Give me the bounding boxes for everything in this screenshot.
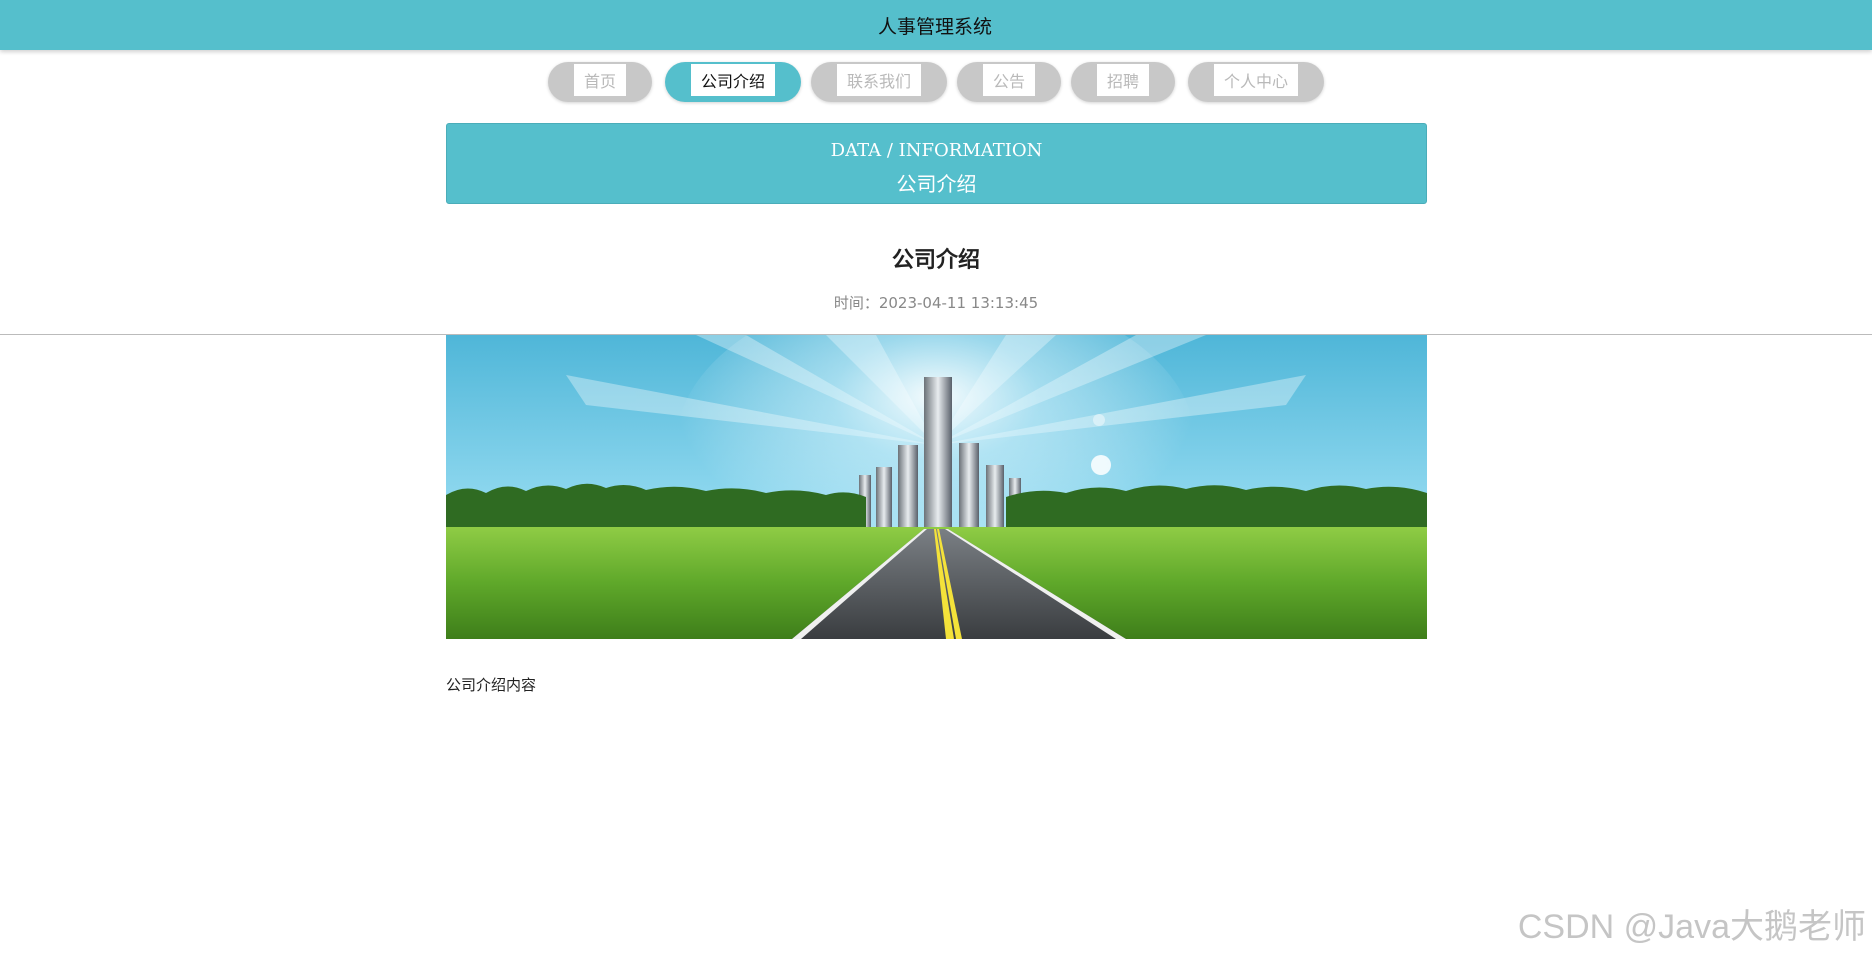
banner-title-cn: 公司介绍 — [896, 172, 977, 196]
nav-tab-label: 公告 — [983, 64, 1035, 96]
nav-tab-label: 招聘 — [1097, 64, 1149, 96]
nav-tab-announcement[interactable]: 公告 — [957, 62, 1061, 102]
section-banner: DATA / INFORMATION 公司介绍 — [446, 123, 1427, 204]
banner-subtitle-en: DATA / INFORMATION — [830, 140, 1043, 161]
hero-road-city-illustration — [446, 335, 1427, 639]
nav-tab-label: 公司介绍 — [691, 64, 775, 96]
nav-tab-label: 个人中心 — [1214, 64, 1298, 96]
nav-tab-home[interactable]: 首页 — [548, 62, 652, 102]
app-title: 人事管理系统 — [877, 15, 992, 38]
nav-tab-contact-us[interactable]: 联系我们 — [811, 62, 947, 102]
nav-tab-label: 首页 — [574, 64, 626, 96]
hero-image — [446, 335, 1427, 639]
nav-tab-company-intro[interactable]: 公司介绍 — [665, 62, 801, 102]
watermark: CSDN @Java大鹅老师 — [1517, 908, 1866, 946]
nav-bar: 首页 公司介绍 联系我们 公告 招聘 个人中心 — [0, 62, 1872, 102]
nav-tab-recruitment[interactable]: 招聘 — [1071, 62, 1175, 102]
article-content: 公司介绍内容 — [446, 676, 537, 694]
top-header-bar: 人事管理系统 — [0, 0, 1872, 50]
nav-tab-label: 联系我们 — [837, 64, 921, 96]
article-title: 公司介绍 — [891, 248, 980, 273]
nav-tab-personal-center[interactable]: 个人中心 — [1188, 62, 1324, 102]
article-timestamp: 时间：2023-04-11 13:13:45 — [833, 294, 1039, 312]
